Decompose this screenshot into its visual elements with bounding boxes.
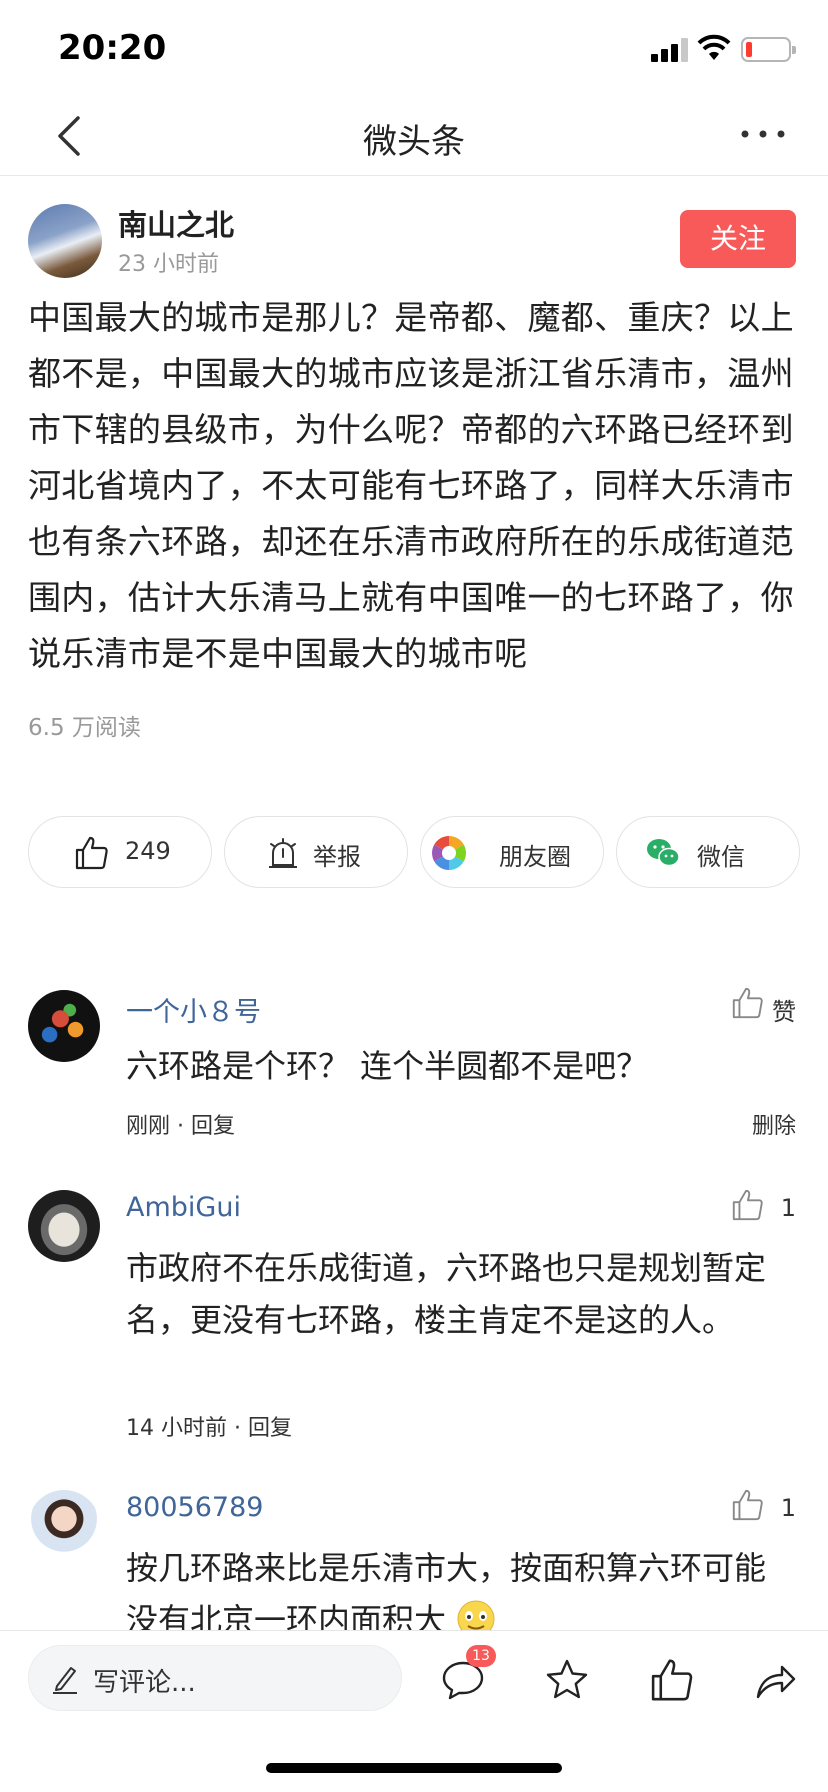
moments-label: 朋友圈 — [499, 843, 571, 871]
nav-bar: 微头条 — [0, 96, 828, 176]
report-icon — [269, 838, 297, 868]
more-icon[interactable] — [740, 124, 786, 144]
battery-icon — [741, 37, 796, 62]
comment-like-count: 1 — [780, 1494, 796, 1522]
post-actions: 249 举报 朋友圈 微信 — [28, 816, 800, 888]
like-button[interactable]: 249 — [28, 816, 212, 888]
report-button[interactable]: 举报 — [224, 816, 408, 888]
comment-username[interactable]: 一个小８号 — [126, 990, 261, 1029]
thumbs-up-icon — [75, 836, 108, 870]
comment-text-content: 按几环路来比是乐清市大，按面积算六环可能没有北京一环内面积大 — [126, 1549, 767, 1639]
pencil-icon — [53, 1667, 77, 1694]
post-body: 中国最大的城市是那儿？是帝都、魔都、重庆？以上都不是，中国最大的城市应该是浙江省… — [28, 298, 794, 673]
status-bar: 20:20 — [0, 0, 828, 96]
comment-username[interactable]: AmbiGui — [126, 1192, 241, 1223]
star-icon[interactable] — [544, 1657, 590, 1703]
share-moments-button[interactable]: 朋友圈 — [420, 816, 604, 888]
thumbs-up-icon — [732, 1489, 763, 1521]
comment-avatar[interactable] — [28, 1190, 100, 1262]
comment-meta[interactable]: 14 小时前 · 回复 — [126, 1410, 292, 1442]
like-count: 249 — [125, 837, 171, 865]
thumbs-up-icon — [732, 1189, 763, 1221]
post-time: 23 小时前 — [118, 252, 219, 277]
thumbs-up-icon[interactable] — [648, 1657, 694, 1703]
comment-like-button[interactable]: 1 — [732, 1188, 796, 1228]
delete-comment-button[interactable]: 删除 — [752, 1108, 796, 1140]
comment-count-badge: 13 — [466, 1645, 496, 1667]
status-time: 20:20 — [58, 28, 167, 68]
comment-like-button[interactable]: 赞 — [724, 986, 796, 1026]
bottom-bar: 写评论... 13 — [0, 1630, 828, 1792]
comment-text: 市政府不在乐成街道，六环路也只是规划暂定名，更没有七环路，楼主肯定不是这的人。 — [126, 1249, 767, 1339]
comment-meta[interactable]: 刚刚 · 回复 — [126, 1108, 235, 1140]
comment-avatar[interactable] — [28, 990, 100, 1062]
comment-username[interactable]: 80056789 — [126, 1492, 263, 1523]
follow-button[interactable]: 关注 — [680, 210, 796, 268]
moments-icon — [432, 836, 466, 870]
author-avatar[interactable] — [28, 204, 102, 278]
thumbs-up-icon — [732, 987, 763, 1019]
comment-like-count: 1 — [780, 1194, 796, 1222]
page-title: 微头条 — [363, 122, 465, 162]
comment-like-button[interactable]: 1 — [732, 1488, 796, 1528]
comment-text: 六环路是个环？ 连个半圆都不是吧？ — [126, 1047, 649, 1085]
wifi-icon — [697, 34, 731, 60]
wechat-icon — [647, 839, 680, 867]
wechat-label: 微信 — [697, 843, 745, 871]
author-name[interactable]: 南山之北 — [118, 202, 234, 244]
write-comment-input[interactable]: 写评论... — [28, 1645, 402, 1711]
write-comment-placeholder: 写评论... — [93, 1668, 196, 1698]
comment-like-label: 赞 — [772, 998, 796, 1026]
signal-icon — [651, 38, 689, 62]
share-icon[interactable] — [752, 1657, 798, 1703]
report-label: 举报 — [313, 843, 361, 871]
comment-avatar[interactable] — [28, 1490, 100, 1562]
read-count: 6.5 万阅读 — [28, 715, 141, 741]
home-indicator — [266, 1763, 562, 1773]
share-wechat-button[interactable]: 微信 — [616, 816, 800, 888]
